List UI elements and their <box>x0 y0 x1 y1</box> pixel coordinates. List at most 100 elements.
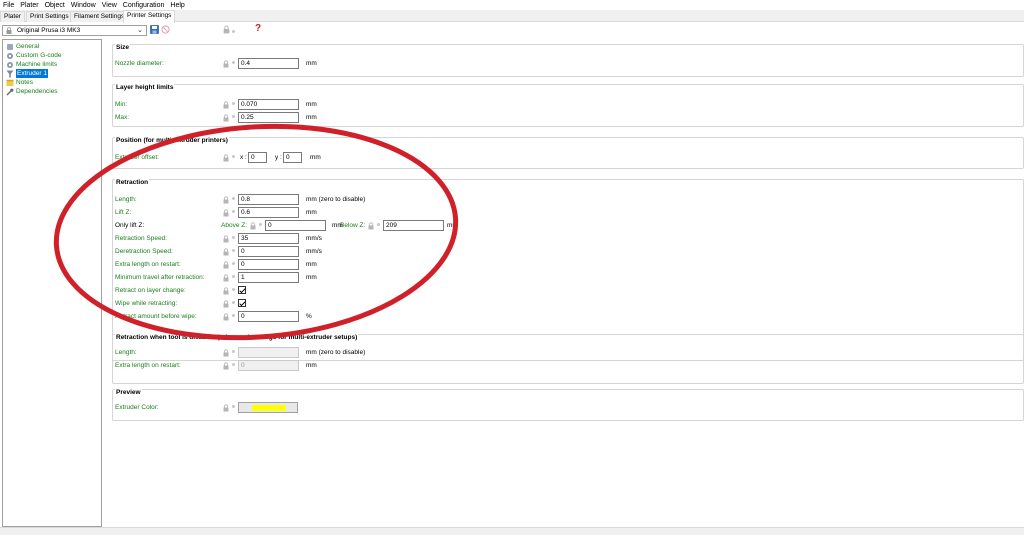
min-travel-label: Minimum travel after retraction: <box>115 274 205 281</box>
disabled-extra-length-label: Extra length on restart: <box>115 362 181 369</box>
menu-configuration[interactable]: Configuration <box>120 0 168 10</box>
row-disabled-extra-length: Extra length on restart: 0 mm <box>113 360 1013 371</box>
extra-length-label: Extra length on restart: <box>115 261 181 268</box>
wipe-retracting-label: Wipe while retracting: <box>115 300 178 307</box>
min-layer-height-input[interactable]: 0.070 <box>238 99 299 110</box>
system-value-dot <box>232 30 235 33</box>
tab-plater[interactable]: Plater <box>0 11 25 22</box>
group-size: Size Nozzle diameter: 0.4 mm <box>112 44 1024 77</box>
disabled-extra-length-unit: mm <box>306 362 317 369</box>
below-z-label: Below Z: <box>340 222 366 229</box>
extra-length-input[interactable]: 0 <box>238 259 299 270</box>
delete-icon[interactable] <box>161 25 170 34</box>
nozzle-diameter-label: Nozzle diameter: <box>115 60 164 67</box>
retract-length-input[interactable]: 0.8 <box>238 194 299 205</box>
below-z-input[interactable]: 209 <box>383 220 444 231</box>
menu-bar: File Plater Object Window View Configura… <box>0 0 1024 10</box>
tab-printer-settings[interactable]: Printer Settings <box>123 10 176 23</box>
lock-icon[interactable] <box>223 261 229 269</box>
tree-item-machine-limits[interactable]: Machine limits <box>6 60 57 69</box>
retraction-speed-input[interactable]: 35 <box>238 233 299 244</box>
retraction-speed-unit: mm/s <box>306 235 322 242</box>
min-travel-input[interactable]: 1 <box>238 272 299 283</box>
lock-icon[interactable] <box>223 349 229 357</box>
tree-item-custom-gcode[interactable]: Custom G-code <box>6 51 62 60</box>
lock-icon[interactable] <box>223 114 229 122</box>
row-wipe-retracting: Wipe while retracting: <box>113 298 1013 309</box>
lock-icon[interactable] <box>223 60 229 68</box>
save-icon[interactable] <box>150 25 159 34</box>
above-z-label: Above Z: <box>221 222 248 229</box>
deretraction-speed-label: Deretraction Speed: <box>115 248 173 255</box>
max-layer-height-label: Max: <box>115 114 130 121</box>
settings-tree: General Custom G-code Machine limits Ext… <box>2 39 102 527</box>
printer-preset-select[interactable]: Original Prusa i3 MK3 ⌄ <box>2 25 147 36</box>
tree-item-extruder-1[interactable]: Extruder 1 <box>6 69 48 78</box>
system-value-dot <box>232 210 235 213</box>
retract-length-unit: mm (zero to disable) <box>306 196 366 203</box>
tree-item-dependencies[interactable]: Dependencies <box>6 87 58 96</box>
nozzle-diameter-unit: mm <box>306 60 317 67</box>
retract-before-wipe-label: Retract amount before wipe: <box>115 313 197 320</box>
funnel-icon <box>6 70 14 77</box>
extra-length-unit: mm <box>306 261 317 268</box>
retract-length-label: Length: <box>115 196 137 203</box>
menu-help[interactable]: Help <box>167 0 187 10</box>
tree-item-notes[interactable]: Notes <box>6 78 33 87</box>
menu-window[interactable]: Window <box>68 0 99 10</box>
preset-toolbar: Original Prusa i3 MK3 ⌄ ? <box>0 23 1024 38</box>
lift-z-input[interactable]: 0.6 <box>238 207 299 218</box>
deretraction-speed-input[interactable]: 0 <box>238 246 299 257</box>
lock-icon[interactable] <box>223 235 229 243</box>
disabled-length-input[interactable] <box>238 347 299 358</box>
group-position: Position (for multi-extruder printers) E… <box>112 137 1024 169</box>
disabled-extra-length-input[interactable]: 0 <box>238 360 299 371</box>
system-value-dot <box>232 155 235 158</box>
lock-icon[interactable] <box>223 404 229 412</box>
tree-item-general[interactable]: General <box>6 42 39 51</box>
deretraction-speed-unit: mm/s <box>306 248 322 255</box>
group-title-position: Position (for multi-extruder printers) <box>115 137 229 144</box>
group-retraction-disabled: Retraction when tool is disabled (advanc… <box>112 334 1024 384</box>
lock-icon[interactable] <box>223 300 229 308</box>
lock-icon[interactable] <box>368 222 374 230</box>
lock-icon[interactable] <box>223 196 229 204</box>
offset-y-input[interactable]: 0 <box>283 152 302 163</box>
lift-z-unit: mm <box>306 209 317 216</box>
lock-icon[interactable] <box>223 313 229 321</box>
wipe-retracting-checkbox[interactable] <box>238 299 246 307</box>
menu-object[interactable]: Object <box>42 0 68 10</box>
extruder-offset-label: Extruder offset: <box>115 154 159 161</box>
nozzle-diameter-input[interactable]: 0.4 <box>238 58 299 69</box>
lock-icon[interactable] <box>223 248 229 256</box>
lock-icon[interactable] <box>223 101 229 109</box>
group-title-retraction: Retraction <box>115 179 150 186</box>
tab-filament-settings[interactable]: Filament Settings <box>70 11 129 22</box>
menu-plater[interactable]: Plater <box>17 0 41 10</box>
retract-layer-change-checkbox[interactable] <box>238 286 246 294</box>
system-value-dot <box>232 314 235 317</box>
lock-icon[interactable] <box>223 209 229 217</box>
above-z-input[interactable]: 0 <box>265 220 326 231</box>
menu-view[interactable]: View <box>99 0 120 10</box>
tab-print-settings[interactable]: Print Settings <box>26 11 73 22</box>
lock-icon[interactable] <box>223 287 229 295</box>
lock-icon[interactable] <box>223 362 229 370</box>
disabled-length-label: Length: <box>115 349 137 356</box>
retract-before-wipe-input[interactable]: 0 <box>238 311 299 322</box>
max-layer-height-input[interactable]: 0.25 <box>238 112 299 123</box>
lock-icon[interactable] <box>223 274 229 282</box>
offset-x-label: x : <box>240 154 247 161</box>
lock-icon[interactable] <box>223 154 229 162</box>
max-layer-height-unit: mm <box>306 114 317 121</box>
offset-x-input[interactable]: 0 <box>248 152 267 163</box>
question-icon[interactable]: ? <box>255 23 261 34</box>
below-z-unit: mm <box>447 222 458 229</box>
system-value-dot <box>377 223 380 226</box>
row-retract-before-wipe: Retract amount before wipe: 0 % <box>113 311 1013 322</box>
system-value-dot <box>232 61 235 64</box>
menu-file[interactable]: File <box>0 0 17 10</box>
lock-icon[interactable] <box>250 222 256 230</box>
lock-icon <box>6 27 12 34</box>
extruder-color-picker[interactable] <box>238 402 298 413</box>
